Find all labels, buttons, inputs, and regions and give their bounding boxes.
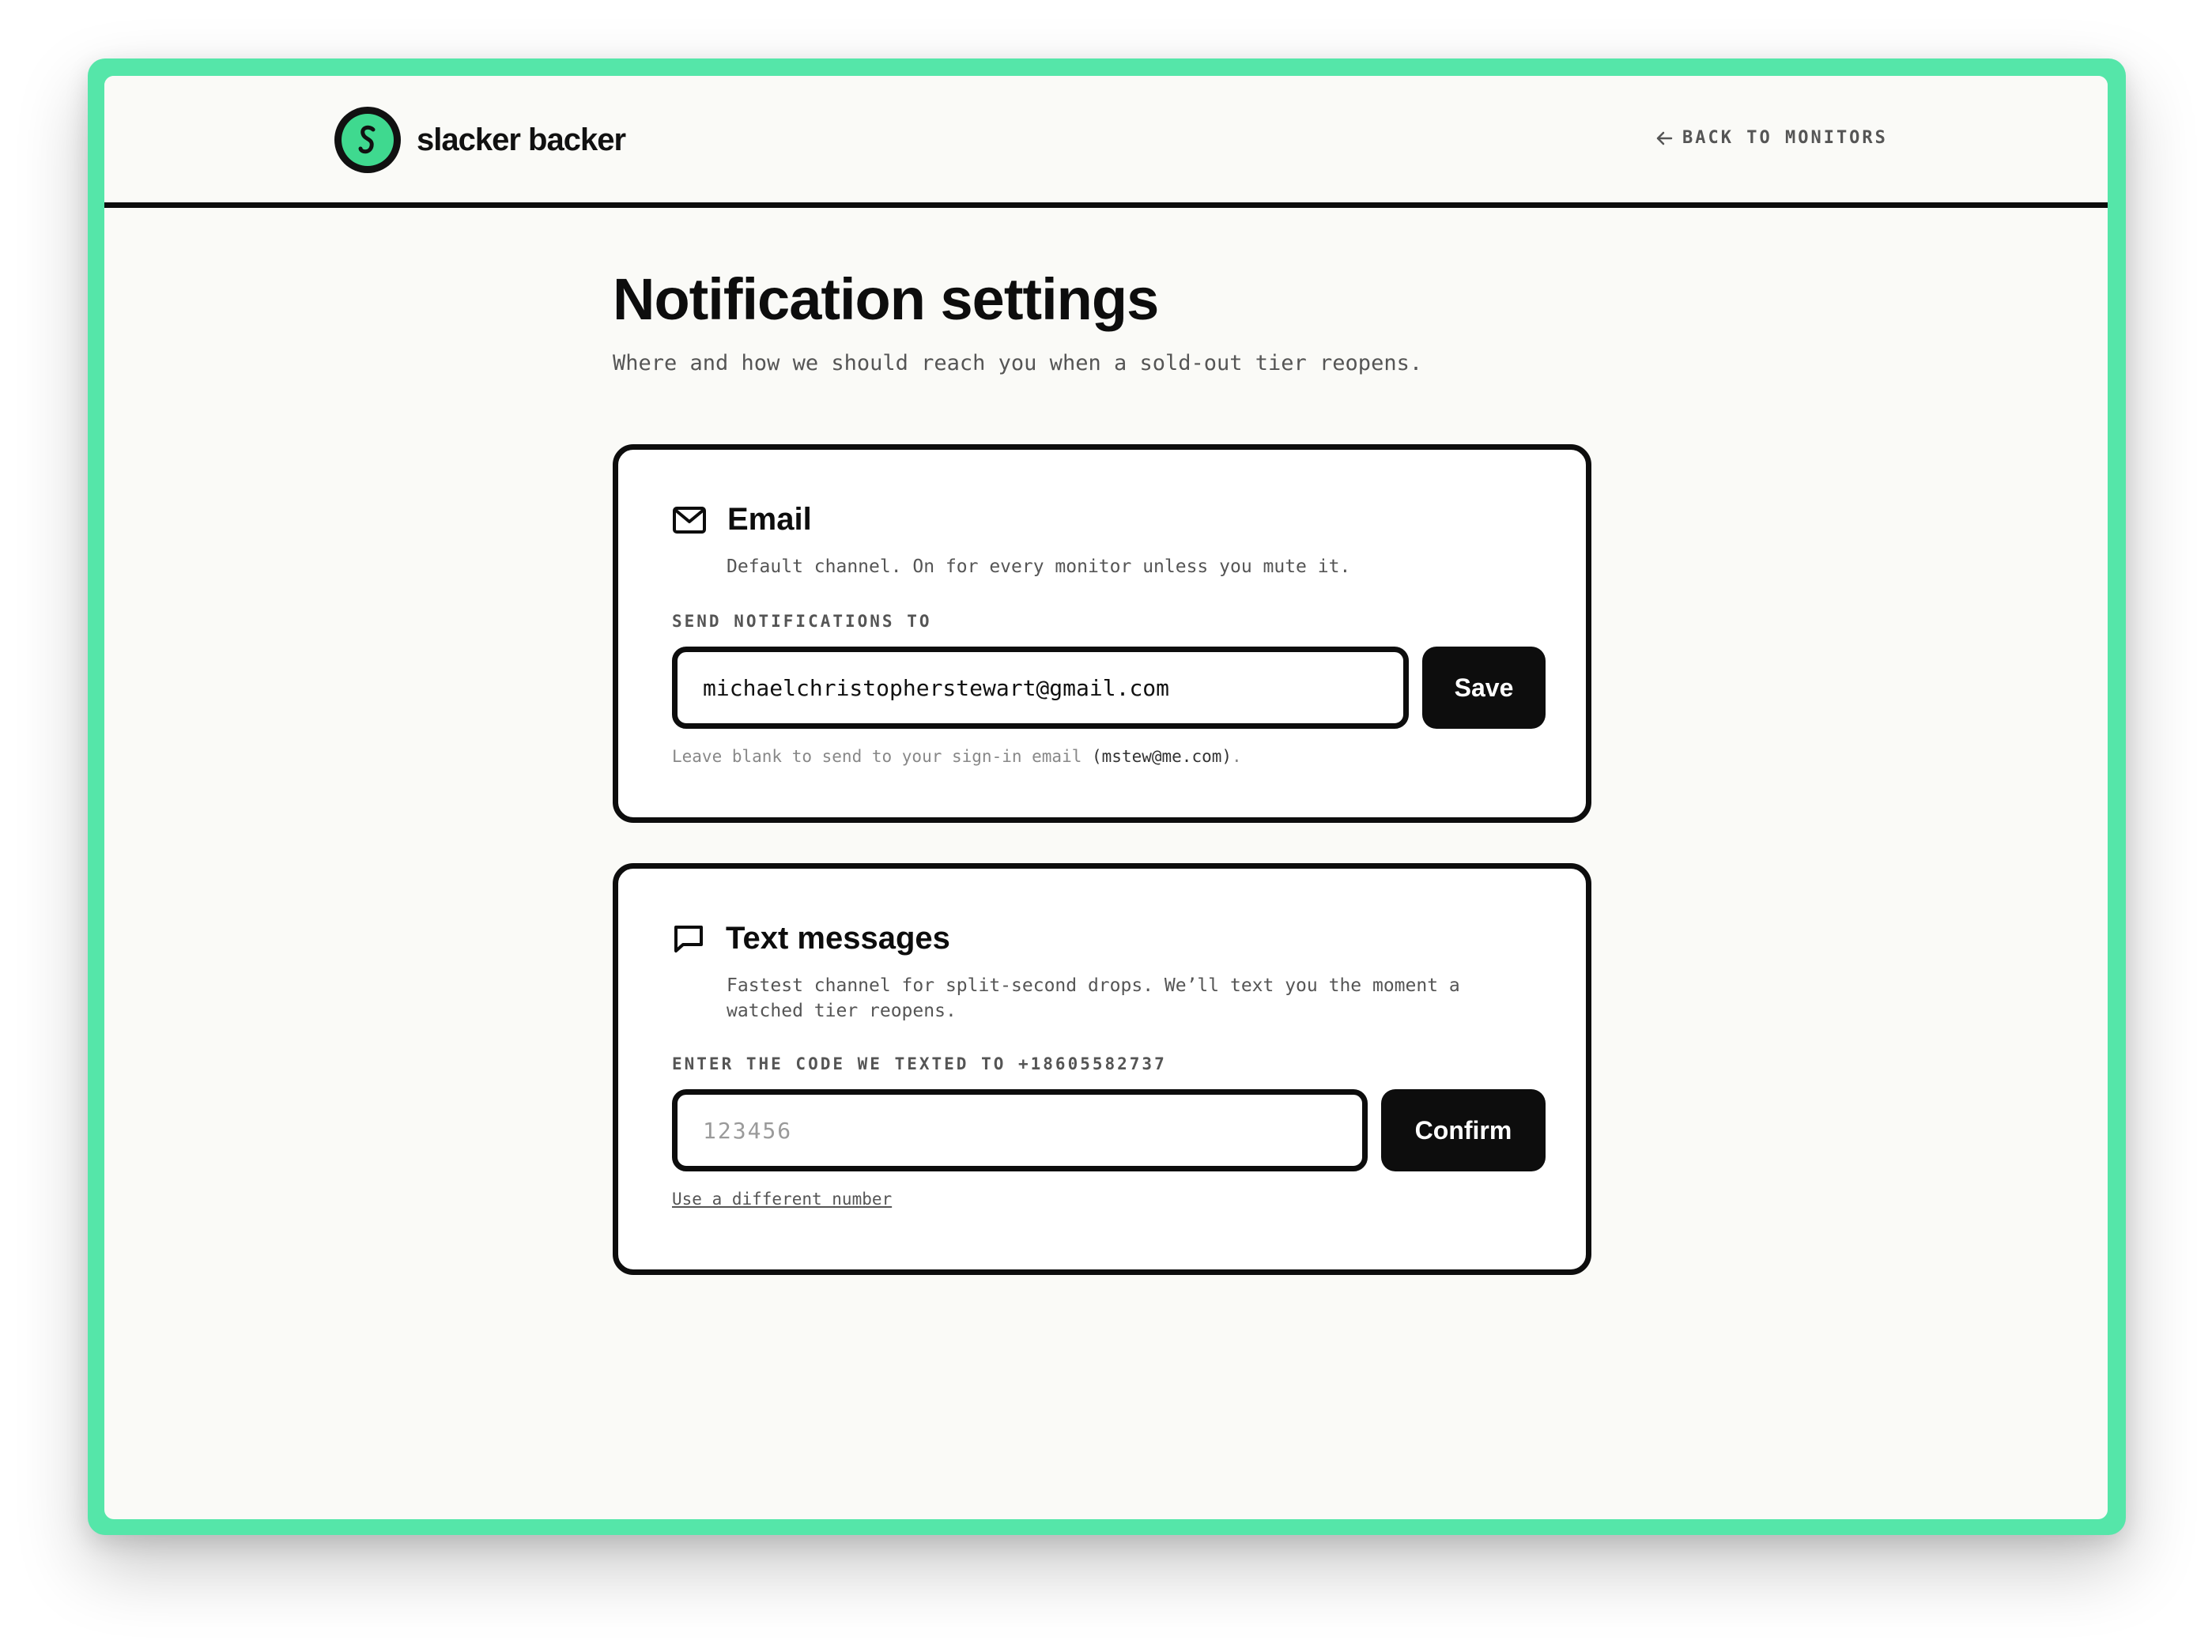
email-hint-suffix: . [1232, 747, 1242, 766]
use-different-number-link[interactable]: Use a different number [672, 1190, 892, 1209]
app-window: slacker backer BACK TO MONITORS Notifica… [104, 76, 2108, 1519]
text-messages-card-description: Fastest channel for split-second drops. … [727, 975, 1460, 1021]
arrow-left-icon [1656, 131, 1673, 145]
page-subtitle: Where and how we should reach you when a… [613, 351, 1423, 375]
email-field-label: SEND NOTIFICATIONS TO [672, 612, 932, 631]
text-messages-card: Text messages Fastest channel for split-… [613, 863, 1591, 1275]
logo-icon [334, 107, 401, 173]
email-hint: Leave blank to send to your sign-in emai… [672, 747, 1242, 766]
brand-name: slacker backer [417, 122, 626, 157]
back-to-monitors-link[interactable]: BACK TO MONITORS [1655, 128, 1888, 148]
save-button[interactable]: Save [1422, 647, 1546, 729]
confirm-button[interactable]: Confirm [1381, 1089, 1546, 1171]
email-card-description: Default channel. On for every monitor un… [727, 556, 1351, 577]
page-title: Notification settings [613, 266, 1159, 332]
sign-in-email: (mstew@me.com) [1092, 747, 1232, 766]
code-field-label: ENTER THE CODE WE TEXTED TO +18605582737 [672, 1054, 1167, 1073]
verification-code-input[interactable] [672, 1089, 1368, 1171]
envelope-icon [673, 506, 706, 534]
email-input[interactable] [672, 647, 1409, 729]
text-messages-card-title: Text messages [726, 921, 950, 956]
top-bar: slacker backer BACK TO MONITORS [104, 76, 2108, 208]
email-card: Email Default channel. On for every moni… [613, 444, 1591, 823]
chat-bubble-icon [674, 925, 703, 952]
email-hint-text: Leave blank to send to your sign-in emai… [672, 747, 1093, 766]
brand-logo[interactable]: slacker backer [334, 107, 626, 173]
email-card-title: Email [727, 502, 812, 537]
back-link-label: BACK TO MONITORS [1682, 128, 1888, 148]
